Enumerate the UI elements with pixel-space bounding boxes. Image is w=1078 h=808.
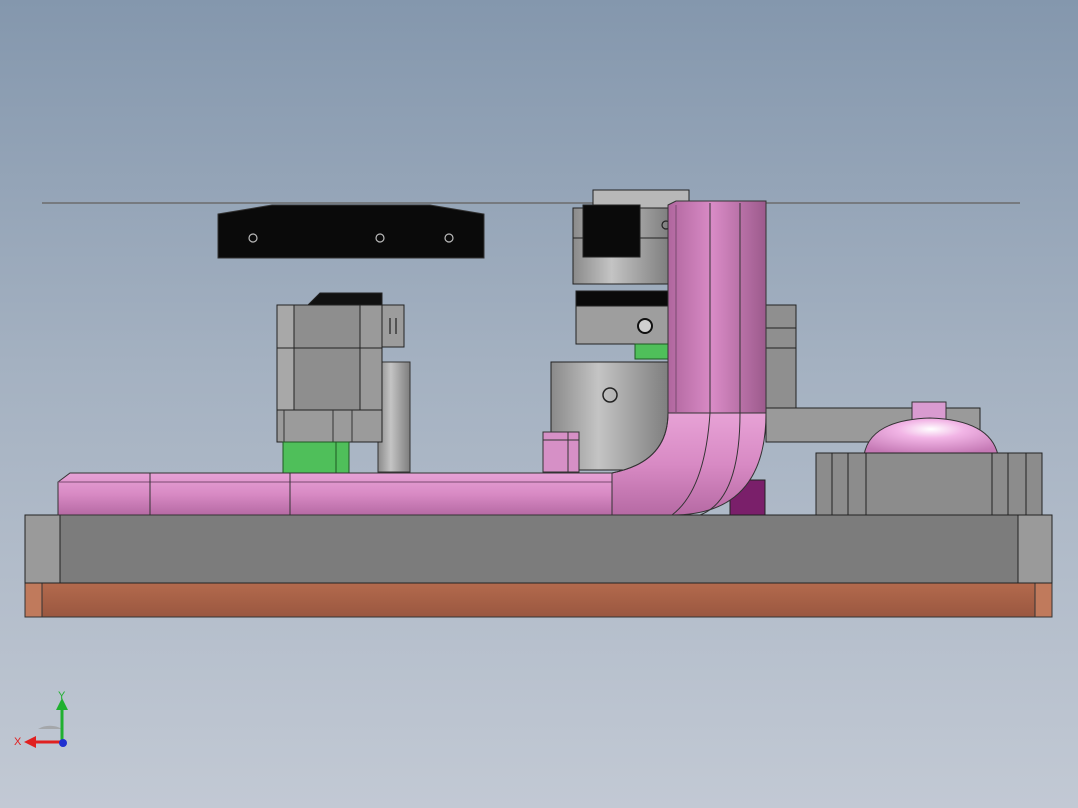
x-axis-label: X — [14, 736, 22, 748]
x-axis-arrow — [24, 736, 36, 748]
left-green-pad — [282, 441, 350, 478]
right-gray-block — [815, 452, 1043, 516]
triad-arc — [38, 725, 62, 729]
cad-viewport[interactable]: X Y — [0, 0, 1078, 808]
black-fixture-bar — [217, 204, 485, 259]
z-axis-dot — [59, 739, 67, 747]
y-axis-label: Y — [58, 690, 66, 702]
gray-base-plate — [24, 514, 1053, 584]
pink-post — [542, 431, 580, 473]
copper-plate — [24, 582, 1053, 618]
pink-vertical-pipe — [667, 200, 767, 414]
pink-horizontal-pipe — [57, 472, 613, 516]
axis-triad[interactable]: X Y — [10, 684, 80, 754]
cad-model-scene[interactable] — [0, 0, 1078, 808]
left-gray-cylinder — [377, 361, 411, 473]
